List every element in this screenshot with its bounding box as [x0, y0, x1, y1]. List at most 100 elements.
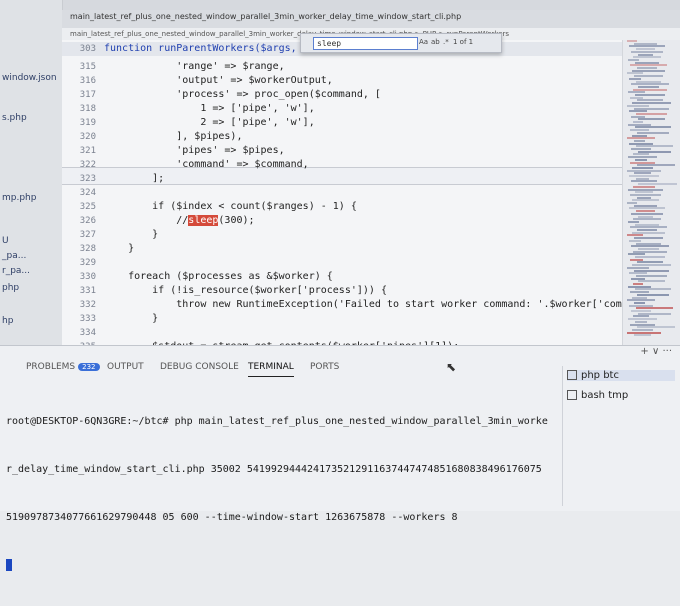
line-number: 328: [79, 244, 96, 254]
code-line[interactable]: 333 }: [62, 312, 622, 326]
minimap-line: [637, 261, 663, 264]
match-case-toggle[interactable]: Aa: [419, 38, 428, 46]
panel-tab-label: DEBUG CONSOLE: [160, 362, 239, 372]
minimap-line: [636, 48, 655, 51]
code-line[interactable]: 322 'command' => $command,: [62, 158, 622, 172]
minimap-line: [633, 185, 655, 188]
regex-toggle[interactable]: .*: [443, 38, 449, 46]
minimap-line: [635, 288, 671, 291]
explorer-item[interactable]: r_pa...: [2, 266, 30, 276]
code-line[interactable]: 328 }: [62, 242, 622, 256]
minimap-line: [638, 280, 665, 283]
minimap-line: [632, 102, 671, 105]
panel-tab-output[interactable]: OUTPUT: [107, 362, 144, 376]
explorer-item[interactable]: s.php: [2, 113, 27, 123]
whole-word-toggle[interactable]: ab: [431, 38, 440, 46]
code-line[interactable]: 318 1 => ['pipe', 'w'],: [62, 102, 622, 116]
line-code: 'process' => proc_open($command, [: [104, 89, 381, 100]
find-input[interactable]: sleep: [313, 37, 418, 50]
minimap-line: [631, 212, 663, 215]
minimap-line: [635, 191, 653, 194]
code-line[interactable]: 325 if ($index < count($ranges) - 1) {: [62, 200, 622, 214]
minimap-line: [629, 304, 653, 307]
code-line[interactable]: 332 throw new RuntimeException('Failed t…: [62, 298, 622, 312]
terminal-instance-label: bash tmp: [581, 390, 629, 401]
minimap-line: [638, 247, 659, 250]
code-line[interactable]: 330 foreach ($processes as &$worker) {: [62, 270, 622, 284]
code-line[interactable]: 329: [62, 256, 622, 270]
code-line[interactable]: 315 'range' => $range,: [62, 60, 622, 74]
line-number: 324: [79, 188, 96, 198]
code-line[interactable]: 324: [62, 186, 622, 200]
terminal-instance[interactable]: bash tmp: [567, 390, 628, 401]
code-line[interactable]: 334: [62, 326, 622, 340]
minimap-line: [628, 123, 651, 126]
minimap-line: [633, 250, 667, 253]
panel-tab-ports[interactable]: PORTS: [310, 362, 339, 376]
line-code: ];: [104, 173, 165, 184]
editor-tab-active[interactable]: main_latest_ref_plus_one_nested_window_p…: [70, 12, 461, 26]
code-line[interactable]: 331 if (!is_resource($worker['process'])…: [62, 284, 622, 298]
line-code: if ($index < count($ranges) - 1) {: [104, 201, 357, 212]
code-line[interactable]: 327 }: [62, 228, 622, 242]
code-line[interactable]: 326 //sleep(300);: [62, 214, 622, 228]
minimap-line: [628, 91, 645, 94]
code-line[interactable]: 323 ];: [62, 172, 622, 186]
line-code: throw new RuntimeException('Failed to st…: [104, 299, 622, 310]
minimap-line: [629, 175, 659, 177]
line-number: 323: [79, 174, 96, 184]
explorer-item[interactable]: mp.php: [2, 193, 36, 203]
line-number: 318: [79, 104, 96, 114]
explorer-item[interactable]: hp: [2, 316, 13, 326]
minimap-line: [628, 318, 657, 321]
terminal-line-3: 5190978734077661629790448 05 600 --time-…: [6, 512, 458, 523]
search-match-highlight: sleep: [188, 215, 219, 226]
minimap-line: [629, 45, 665, 48]
panel-tab-terminal[interactable]: TERMINAL: [248, 362, 294, 377]
minimap-line: [635, 256, 665, 258]
terminal-list: php btc bash tmp: [562, 366, 680, 506]
terminal-cursor: [6, 559, 12, 571]
minimap-line: [632, 199, 659, 202]
minimap-line: [635, 158, 647, 161]
code-line[interactable]: 321 'pipes' => $pipes,: [62, 144, 622, 158]
panel-tools[interactable]: + ∨ ···: [640, 346, 672, 357]
minimap-line: [635, 94, 665, 96]
minimap-line: [627, 202, 637, 204]
code-line[interactable]: 319 2 => ['pipe', 'w'],: [62, 116, 622, 130]
minimap-line: [635, 320, 647, 323]
code-editor[interactable]: 303 function runParentWorkers($args, $co 3…: [62, 40, 622, 345]
line-code: //sleep(300);: [104, 215, 255, 226]
minimap-line: [630, 291, 649, 294]
explorer-item[interactable]: U: [2, 236, 9, 246]
minimap[interactable]: [622, 40, 680, 345]
minimap-line: [627, 234, 643, 237]
code-line[interactable]: 316 'output' => $workerOutput,: [62, 74, 622, 88]
panel-tab-problems[interactable]: PROBLEMS 232: [26, 362, 100, 376]
explorer-item[interactable]: php: [2, 283, 19, 293]
minimap-line: [628, 188, 663, 191]
minimap-line: [630, 258, 643, 261]
minimap-line: [627, 104, 649, 107]
code-line[interactable]: 317 'process' => proc_open($command, [: [62, 88, 622, 102]
minimap-line: [636, 307, 673, 310]
minimap-line: [627, 169, 661, 172]
terminal-line-2: r_delay_time_window_start_cli.php 35002 …: [6, 464, 542, 475]
minimap-line: [633, 153, 649, 156]
panel-tab-debug-console[interactable]: DEBUG CONSOLE: [160, 362, 239, 376]
line-number: 327: [79, 230, 96, 240]
explorer-item[interactable]: _pa...: [2, 251, 26, 261]
terminal-instance[interactable]: php btc: [567, 370, 675, 381]
minimap-line: [630, 161, 655, 164]
explorer-item[interactable]: window.json: [2, 73, 57, 83]
terminal-output[interactable]: root@DESKTOP-6QN3GRE:~/btc# php main_lat…: [6, 382, 558, 571]
minimap-line: [629, 272, 647, 275]
find-widget: sleep Aa ab .* 1 of 1: [300, 33, 502, 53]
code-line[interactable]: 320 ], $pipes),: [62, 130, 622, 144]
file-explorer: window.json s.php mp.php U _pa... r_pa...php h…: [0, 0, 63, 345]
minimap-line: [634, 301, 645, 304]
minimap-line: [634, 204, 657, 207]
minimap-line: [631, 180, 657, 183]
minimap-line: [638, 53, 653, 56]
minimap-line: [630, 323, 655, 326]
